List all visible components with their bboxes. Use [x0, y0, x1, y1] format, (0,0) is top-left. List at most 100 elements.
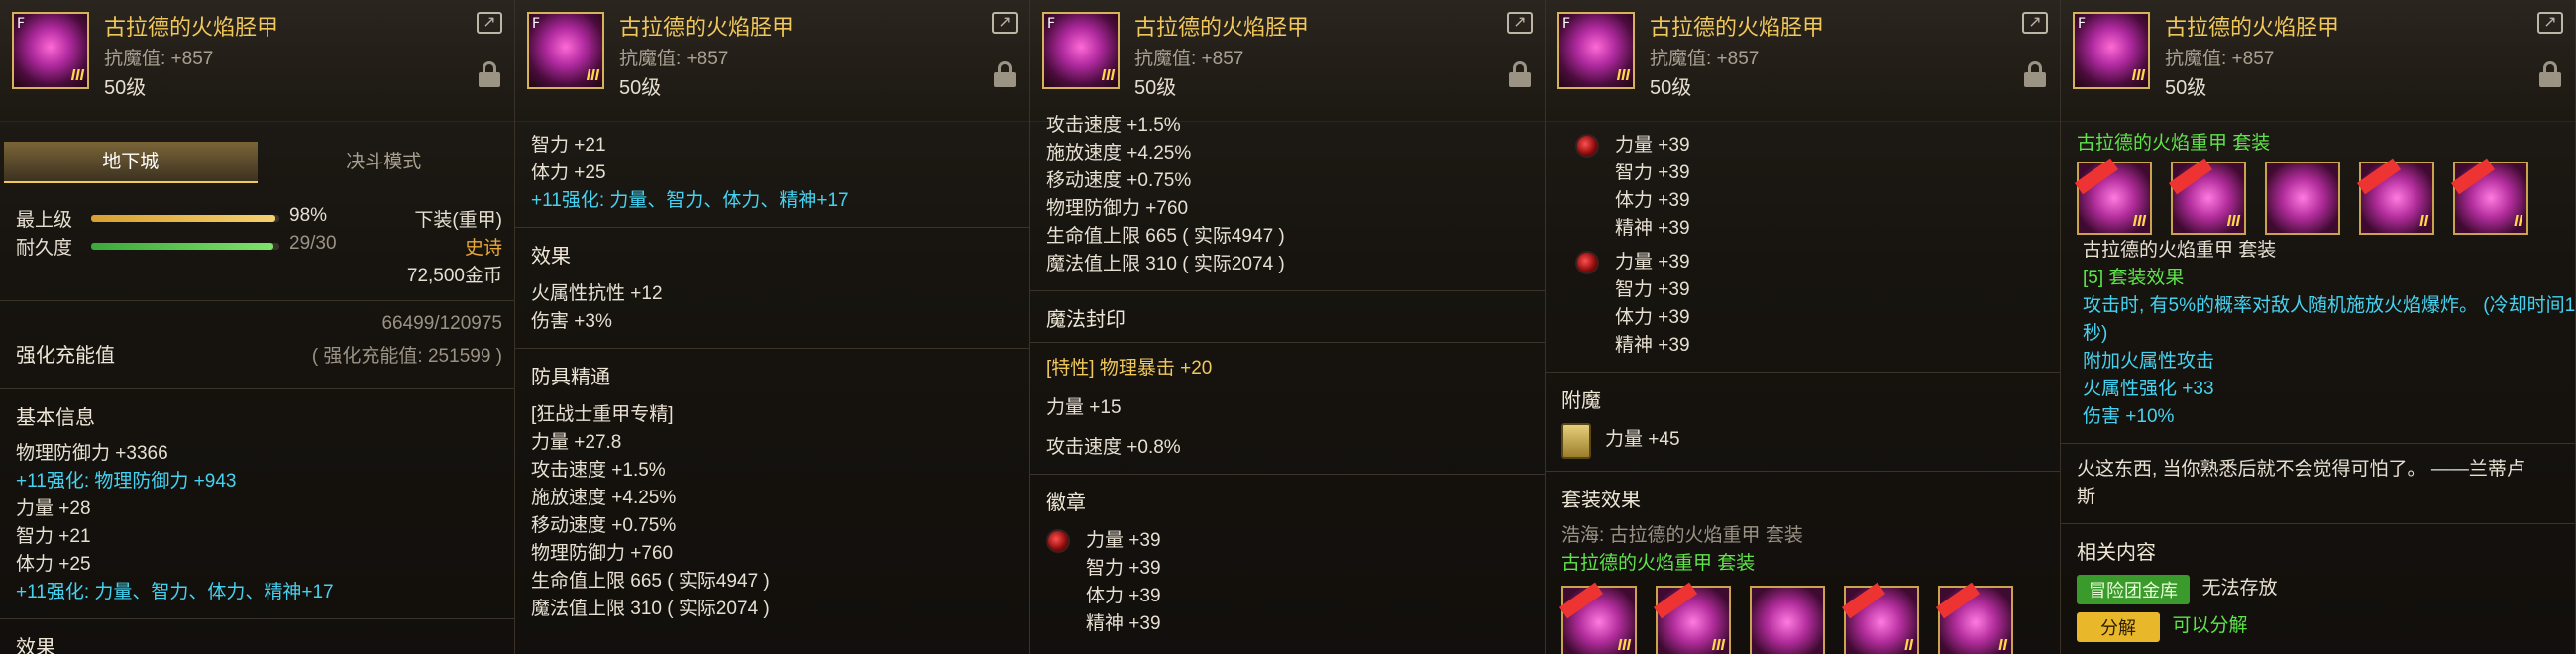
basic-line: 体力 +25	[16, 554, 91, 575]
tab-dungeon[interactable]: 地下城	[4, 142, 258, 183]
item-level: 50级	[104, 77, 147, 99]
item-icon: F III	[12, 12, 89, 89]
set-item-icon[interactable]: III	[2074, 158, 2152, 235]
set-item-icon[interactable]: III	[1653, 582, 1731, 654]
item-icon: F III	[1557, 12, 1635, 89]
price-label: 72,500金币	[406, 266, 502, 286]
set-items: III III II II	[1558, 582, 2044, 654]
lock-icon[interactable]	[1509, 61, 1531, 87]
emblem-line: 精神 +39	[1615, 218, 1690, 239]
emblem-line: 力量 +39	[1615, 252, 1690, 272]
tooltip-panel-1: F III 古拉德的火焰胫甲 抗魔值: +857 50级 ↗ 地下城 决斗模式 …	[0, 0, 515, 654]
item-icon-grade: III	[1616, 67, 1630, 84]
lock-icon[interactable]	[994, 61, 1016, 87]
item-icon-tag: F	[1047, 16, 1056, 32]
resist-value: 抗魔值: +857	[1134, 49, 1244, 69]
set-item-icon[interactable]: II	[2450, 158, 2528, 235]
item-icon-tag: F	[1562, 16, 1571, 32]
enchant-row: 力量 +45	[1561, 423, 2044, 459]
item-name: 古拉德的火焰胫甲	[619, 15, 795, 40]
resist-value: 抗魔值: +857	[2165, 49, 2275, 69]
item-header: F III 古拉德的火焰胫甲 抗魔值: +857 50级 ↗	[515, 0, 1029, 122]
grade-value: 98%	[289, 205, 328, 226]
lock-icon[interactable]	[2539, 61, 2561, 87]
share-icon[interactable]: ↗	[992, 12, 1018, 34]
lock-icon[interactable]	[479, 61, 500, 87]
tab-duel-mode[interactable]: 决斗模式	[258, 142, 511, 183]
slot-type: 下装(重甲)	[414, 210, 502, 231]
set-line: 攻击时, 有5%的概率对敌人随机施放火焰爆炸。 (冷却时间1	[2083, 295, 2576, 316]
enchant-card-icon	[1561, 423, 1591, 459]
set-item-icon[interactable]	[1750, 586, 1825, 654]
set-item-icon[interactable]: II	[1841, 582, 1919, 654]
resist-value: 抗魔值: +857	[104, 49, 214, 69]
share-icon[interactable]: ↗	[1507, 12, 1533, 34]
seal-line: 攻击速度 +0.8%	[1046, 437, 1181, 458]
stat-line: 智力 +21	[531, 135, 606, 156]
grade-bar	[91, 215, 279, 222]
durability-value: 29/30	[289, 233, 337, 254]
set-line: 火属性强化 +33	[2083, 379, 2214, 399]
set-items: III III II II	[2074, 158, 2559, 235]
share-icon[interactable]: ↗	[477, 12, 502, 34]
basic-line: +11强化: 物理防御力 +943	[16, 471, 237, 491]
mastery-line: 攻击速度 +1.5%	[531, 460, 666, 481]
item-level: 50级	[619, 77, 662, 99]
basic-line: +11强化: 力量、智力、体力、精神+17	[16, 582, 334, 602]
item-level: 50级	[1650, 77, 1692, 99]
stat-line: 魔法值上限 310 ( 实际2074 )	[1046, 254, 1285, 274]
item-icon: F III	[527, 12, 604, 89]
set-line: [5] 套装效果	[2083, 268, 2185, 288]
lock-icon[interactable]	[2024, 61, 2046, 87]
enchant-line: 力量 +45	[1605, 429, 1680, 451]
mastery-line: 力量 +27.8	[531, 432, 622, 453]
item-icon-grade: III	[586, 67, 599, 84]
item-icon-grade: III	[2131, 67, 2145, 84]
item-header: F III 古拉德的火焰胫甲 抗魔值: +857 50级 ↗	[1030, 0, 1545, 122]
tooltip-panels: F III 古拉德的火焰胫甲 抗魔值: +857 50级 ↗ 地下城 决斗模式 …	[0, 0, 2576, 654]
item-header: F III 古拉德的火焰胫甲 抗魔值: +857 50级 ↗	[2061, 0, 2575, 122]
item-icon-tag: F	[2078, 16, 2087, 32]
charge-row: 强化充能值 66499/120975 ( 强化充能值: 251599 )	[16, 313, 502, 377]
decompose-button[interactable]: 分解	[2077, 612, 2160, 642]
set-name: 古拉德的火焰重甲 套装	[1561, 553, 1756, 574]
emblem-line: 智力 +39	[1086, 558, 1161, 579]
emblem-block: 力量 +39 智力 +39 体力 +39 精神 +39	[1561, 249, 2044, 360]
set-item-icon[interactable]: III	[1558, 582, 1637, 654]
charge-label: 强化充能值	[16, 345, 115, 367]
set-line: 伤害 +10%	[2083, 406, 2175, 427]
tooltip-panel-4: F III 古拉德的火焰胫甲 抗魔值: +857 50级 ↗ 力量 +39 智力…	[1546, 0, 2061, 654]
set-line: 秒)	[2083, 323, 2108, 344]
set-name: 古拉德的火焰重甲 套装	[2077, 133, 2271, 154]
mastery-line: 施放速度 +4.25%	[531, 488, 677, 508]
share-icon[interactable]: ↗	[2537, 12, 2563, 34]
set-item-icon[interactable]: II	[1935, 582, 2013, 654]
set-item-icon[interactable]: III	[2168, 158, 2246, 235]
stat-line: 体力 +25	[531, 163, 606, 183]
set-item-icon[interactable]	[2265, 162, 2340, 235]
set-line: 古拉德的火焰重甲 套装	[2083, 240, 2277, 261]
set-line: 附加火属性攻击	[2083, 351, 2215, 372]
emblem-title: 徽章	[1046, 492, 1086, 514]
set-item-icon[interactable]: II	[2356, 158, 2434, 235]
durability-bar	[91, 243, 279, 250]
storage-row: 冒险团金库 无法存放	[2077, 575, 2559, 604]
mode-tabs: 地下城 决斗模式	[4, 142, 510, 183]
item-name: 古拉德的火焰胫甲	[104, 15, 279, 40]
durability-label: 耐久度	[16, 238, 73, 259]
effect-title: 效果	[16, 637, 55, 654]
emblem-block: 力量 +39 智力 +39 体力 +39 精神 +39	[1561, 132, 2044, 243]
emblem-line: 体力 +39	[1615, 307, 1690, 328]
flavor-text: 斯	[2077, 487, 2096, 507]
related-title: 相关内容	[2077, 542, 2156, 564]
item-name: 古拉德的火焰胫甲	[2165, 15, 2340, 40]
item-header: F III 古拉德的火焰胫甲 抗魔值: +857 50级 ↗	[1546, 0, 2060, 122]
share-icon[interactable]: ↗	[2022, 12, 2048, 34]
red-emblem-icon	[1046, 529, 1070, 553]
resist-value: 抗魔值: +857	[619, 49, 729, 69]
emblem-line: 体力 +39	[1615, 190, 1690, 211]
mastery-line: 移动速度 +0.75%	[531, 515, 677, 536]
stat-line: +11强化: 力量、智力、体力、精神+17	[531, 190, 849, 211]
basic-line: 力量 +28	[16, 498, 91, 519]
seal-title: 魔法封印	[1046, 309, 1126, 331]
